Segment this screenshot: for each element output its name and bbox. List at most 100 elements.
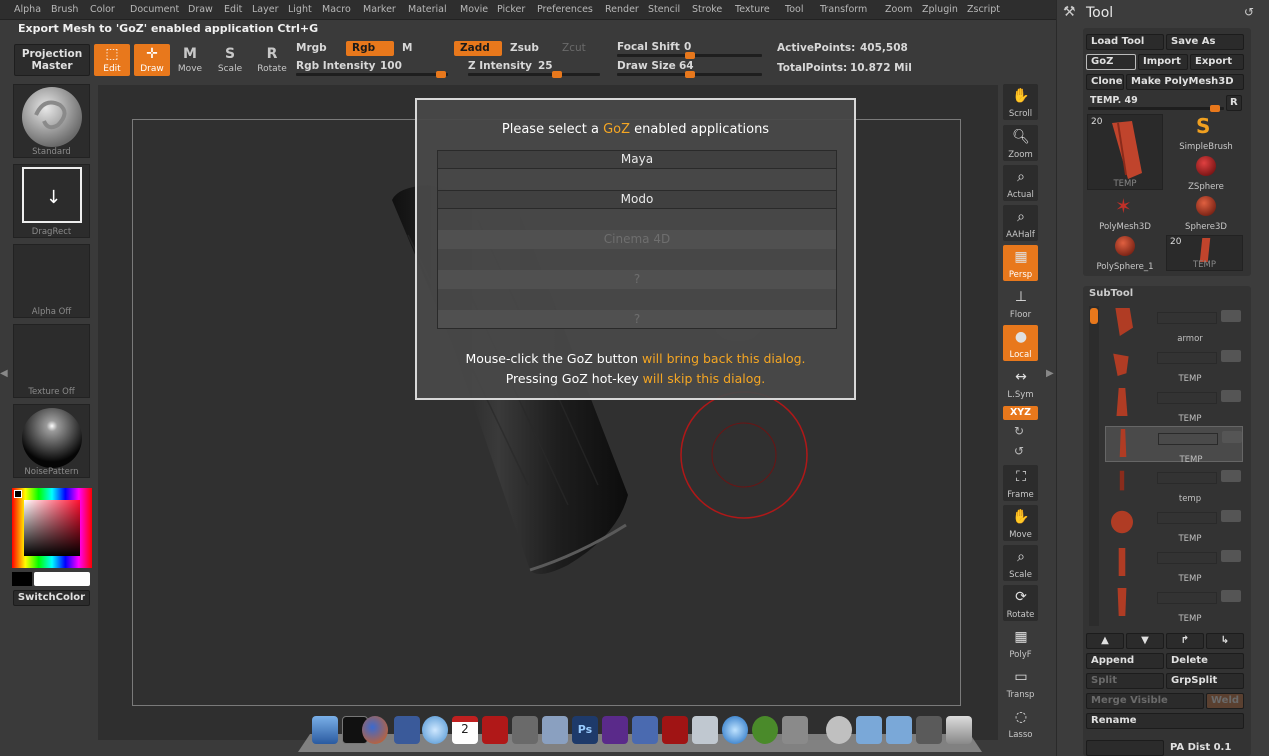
projection-master-button[interactable]: Projection Master [14,44,90,76]
app-option-modo[interactable]: Modo [437,190,837,209]
palette-refresh-icon[interactable]: ↺ [1244,5,1254,19]
rotate-z-icon[interactable]: ↺ [1014,444,1024,458]
lasso-button[interactable]: ◌ Lasso [1003,705,1038,741]
trash-icon[interactable] [946,716,972,744]
calendar-icon[interactable]: 2 [452,716,478,744]
floor-button[interactable]: ⊥ Floor [1003,285,1038,321]
zsub-button[interactable]: Zsub [510,42,539,54]
subtool-row[interactable]: armor [1105,306,1243,344]
temp-slider-knob[interactable] [1210,105,1220,112]
system-prefs-icon[interactable] [782,716,808,744]
subtool-row[interactable]: TEMP [1105,346,1243,384]
current-tool-thumb[interactable]: 20 TEMP [1087,114,1163,190]
zbrush-icon[interactable] [512,716,538,744]
scale-view-button[interactable]: ⌕ Scale [1003,545,1038,581]
folder-icon[interactable] [856,716,882,744]
menu-item-material[interactable]: Material [408,4,447,15]
menu-item-layer[interactable]: Layer [252,4,279,15]
rgb-button[interactable]: Rgb [346,41,394,56]
stroke-dragrect-thumb[interactable]: ↓ DragRect [13,164,90,238]
filezilla-icon[interactable] [482,716,508,744]
menu-item-color[interactable]: Color [90,4,115,15]
subtool-header[interactable]: SubTool [1089,288,1133,299]
transp-button[interactable]: ▭ Transp [1003,665,1038,701]
tool-temp-thumb[interactable]: 20 TEMP [1166,235,1243,271]
disk-utility-icon[interactable] [826,716,852,744]
subtool-scroll-thumb[interactable] [1090,308,1098,324]
menu-item-movie[interactable]: Movie [460,4,488,15]
menu-item-zplugin[interactable]: Zplugin [922,4,958,15]
menu-item-texture[interactable]: Texture [735,4,770,15]
delete-button[interactable]: Delete [1166,653,1244,669]
weld-toggle[interactable]: Weld [1206,693,1244,709]
import-button[interactable]: Import [1138,54,1188,70]
mrgb-button[interactable]: Mrgb [296,42,327,54]
rotate-view-button[interactable]: ⟳ Rotate [1003,585,1038,621]
subtool-scrollbar[interactable] [1089,306,1099,626]
color-saturation-square[interactable] [24,500,80,556]
clone-button[interactable]: Clone [1086,74,1124,90]
subtool-row[interactable]: TEMP [1105,546,1243,584]
zoom-button[interactable]: 🔍︎ Zoom [1003,125,1038,161]
texture-thumb[interactable]: Texture Off [13,324,90,398]
menu-item-transform[interactable]: Transform [820,4,867,15]
preview-icon[interactable] [394,716,420,744]
rotate-button[interactable]: R Rotate [254,44,290,76]
subtool-visibility-icon[interactable] [1221,550,1241,562]
quicktime-icon[interactable] [722,716,748,744]
tool-simplebrush[interactable]: S SimpleBrush [1168,112,1244,152]
menu-item-marker[interactable]: Marker [363,4,396,15]
scale-button[interactable]: S Scale [212,44,248,76]
subtool-row[interactable]: TEMP [1105,586,1243,624]
transmit-icon[interactable] [542,716,568,744]
subtool-visibility-icon[interactable] [1221,390,1241,402]
lsym-button[interactable]: ↔ L.Sym [1003,365,1038,401]
rgb-intensity-knob[interactable] [436,71,446,78]
alpha-thumb[interactable]: Alpha Off [13,244,90,318]
menu-item-alpha[interactable]: Alpha [14,4,41,15]
polyf-button[interactable]: ▦ PolyF [1003,625,1038,661]
subtool-row[interactable]: temp [1105,466,1243,504]
menu-item-draw[interactable]: Draw [188,4,213,15]
subtool-row-selected[interactable]: TEMP [1105,426,1243,465]
menu-item-stencil[interactable]: Stencil [648,4,680,15]
move-subtool-down-button[interactable]: ▼ [1126,633,1164,649]
xcode-icon[interactable] [632,716,658,744]
tool-polymesh3d[interactable]: ✶ PolyMesh3D [1087,192,1163,232]
app-option-unknown-2[interactable]: ? [437,310,837,329]
edit-button[interactable]: ⬚ Edit [94,44,130,76]
rotate-y-icon[interactable]: ↻ [1014,424,1024,438]
menu-item-macro[interactable]: Macro [322,4,351,15]
menu-item-stroke[interactable]: Stroke [692,4,722,15]
color-picker[interactable] [12,488,92,568]
z-intensity-slider[interactable] [468,71,600,78]
acrobat-icon[interactable] [662,716,688,744]
load-tool-button[interactable]: Load Tool [1086,34,1164,50]
left-panel-toggle-icon[interactable]: ◀ [0,368,8,388]
menu-item-brush[interactable]: Brush [51,4,78,15]
right-panel-toggle-icon[interactable]: ▶ [1046,368,1054,388]
scroll-button[interactable]: ✋ Scroll [1003,84,1038,120]
focal-shift-slider[interactable] [617,52,762,59]
secondary-color-swatch[interactable] [12,572,32,586]
adium-icon[interactable] [752,716,778,744]
draw-size-knob[interactable] [685,71,695,78]
menu-item-zscript[interactable]: Zscript [967,4,1000,15]
subtool-row[interactable]: TEMP [1105,506,1243,544]
draw-button[interactable]: ✛ Draw [134,44,170,76]
primary-color-swatch[interactable] [34,572,90,586]
split-button[interactable]: Split [1086,673,1164,689]
local-button[interactable]: ● Local [1003,325,1038,361]
finder-icon[interactable] [312,716,338,744]
zcut-button[interactable]: Zcut [562,42,586,54]
move-subtool-bottom-button[interactable]: ↳ [1206,633,1244,649]
menu-item-zoom[interactable]: Zoom [885,4,912,15]
subtool-visibility-icon[interactable] [1221,590,1241,602]
menu-item-preferences[interactable]: Preferences [537,4,593,15]
tool-polysphere[interactable]: PolySphere_1 [1087,232,1163,272]
xyz-button[interactable]: XYZ [1003,406,1038,420]
app-option-unknown-1[interactable]: ? [437,270,837,289]
z-intensity-knob[interactable] [552,71,562,78]
rename-button[interactable]: Rename [1086,713,1244,729]
m-button[interactable]: M [402,42,412,54]
